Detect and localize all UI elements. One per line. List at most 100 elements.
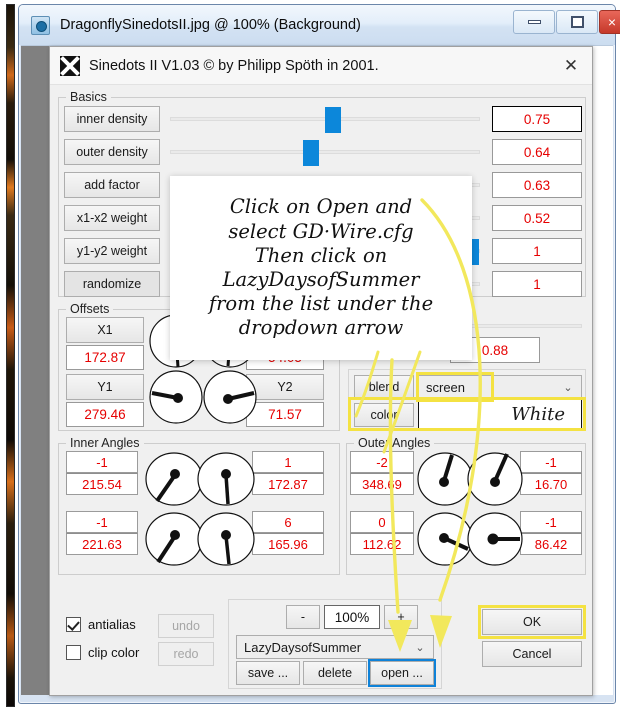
inner-angle-1-top[interactable]: -1 — [66, 451, 138, 473]
save-button[interactable]: save ... — [236, 661, 300, 685]
inner-angle-2-bottom[interactable]: 172.87 — [252, 473, 324, 495]
outer-angle-2-bottom[interactable]: 16.70 — [520, 473, 582, 495]
outer-angle-cell-1[interactable]: -2 348.69 — [350, 451, 414, 495]
chevron-down-icon[interactable]: ⌄ — [555, 376, 581, 398]
inner-angles-legend: Inner Angles — [66, 436, 144, 450]
offset-y1-value[interactable]: 279.46 — [66, 402, 144, 427]
outer-angles-legend: Outer Angles — [354, 436, 434, 450]
cancel-button[interactable]: Cancel — [482, 641, 582, 667]
maximize-button[interactable] — [556, 10, 598, 34]
outer-density-slider[interactable] — [170, 145, 480, 159]
randomize-button[interactable]: randomize — [64, 271, 160, 297]
outer-angle-1-top[interactable]: -2 — [350, 451, 414, 473]
inner-angle-cell-3[interactable]: -1 221.63 — [66, 511, 138, 555]
minimize-button[interactable] — [513, 10, 555, 34]
blend-dropdown[interactable]: screen ⌄ — [418, 375, 582, 399]
inner-density-slider[interactable] — [170, 112, 480, 126]
inner-angle-4-top[interactable]: 6 — [252, 511, 324, 533]
outer-angle-2-top[interactable]: -1 — [520, 451, 582, 473]
inner-density-button[interactable]: inner density — [64, 106, 160, 132]
slider-track — [170, 150, 480, 154]
delete-button[interactable]: delete — [303, 661, 367, 685]
annotation-note: Click on Open and select GD·Wire.cfg The… — [170, 176, 472, 360]
outer-angle-1-bottom[interactable]: 348.69 — [350, 473, 414, 495]
ok-button[interactable]: OK — [482, 609, 582, 635]
window-controls: × — [513, 10, 615, 34]
undo-button[interactable]: undo — [158, 614, 214, 638]
window-titlebar[interactable]: DragonflySinedotsII.jpg @ 100% (Backgrou… — [19, 5, 615, 45]
inner-angle-dial-2[interactable] — [196, 451, 256, 507]
preset-value: LazyDaysofSummer — [244, 640, 361, 655]
outer-angle-3-top[interactable]: 0 — [350, 511, 414, 533]
inner-angle-4-bottom[interactable]: 165.96 — [252, 533, 324, 555]
outer-angle-cell-3[interactable]: 0 112.62 — [350, 511, 414, 555]
slider-thumb[interactable] — [303, 140, 319, 166]
basics-legend: Basics — [66, 90, 111, 104]
slider-thumb[interactable] — [325, 107, 341, 133]
offset-y1-label[interactable]: Y1 — [66, 374, 144, 400]
y1-y2-weight-button[interactable]: y1-y2 weight — [64, 238, 160, 264]
zoom-in-button[interactable]: + — [384, 605, 418, 629]
photo-document-icon — [31, 16, 50, 35]
checkbox-box[interactable] — [66, 645, 81, 660]
outer-angle-3-bottom[interactable]: 112.62 — [350, 533, 414, 555]
inner-angle-dial-1[interactable] — [144, 451, 204, 507]
randomize-value[interactable]: 1 — [492, 271, 582, 297]
offset-y1-dial[interactable] — [148, 369, 204, 425]
document-image-edge-strip — [6, 4, 15, 707]
offsets-legend: Offsets — [66, 302, 113, 316]
color-label[interactable]: color — [354, 403, 414, 427]
antialias-label: antialias — [88, 617, 136, 632]
blend-label[interactable]: blend — [354, 375, 414, 399]
inner-density-value[interactable]: 0.75 — [492, 106, 582, 132]
inner-angle-3-top[interactable]: -1 — [66, 511, 138, 533]
outer-angle-cell-4[interactable]: -1 86.42 — [520, 511, 582, 555]
color-annotation-text: White — [511, 404, 565, 425]
checkbox-box[interactable] — [66, 617, 81, 632]
sinedots-logo-icon — [60, 56, 80, 76]
outer-density-button[interactable]: outer density — [64, 139, 160, 165]
outer-angle-dial-4[interactable] — [466, 511, 524, 567]
close-icon: × — [608, 16, 616, 28]
color-swatch[interactable]: White — [418, 399, 582, 429]
preset-dropdown[interactable]: LazyDaysofSummer ⌄ — [236, 635, 434, 659]
window-body: Sinedots II V1.03 © by Philipp Spöth in … — [21, 45, 613, 695]
inner-angle-2-top[interactable]: 1 — [252, 451, 324, 473]
outer-density-value[interactable]: 0.64 — [492, 139, 582, 165]
inner-angle-dial-4[interactable] — [196, 511, 256, 567]
dialog-title: Sinedots II V1.03 © by Philipp Spöth in … — [89, 58, 379, 74]
inner-angle-dial-3[interactable] — [144, 511, 204, 567]
sinedots-dialog: Sinedots II V1.03 © by Philipp Spöth in … — [49, 46, 593, 696]
chevron-down-icon[interactable]: ⌄ — [407, 636, 433, 658]
outer-angle-cell-2[interactable]: -1 16.70 — [520, 451, 582, 495]
inner-angle-cell-2[interactable]: 1 172.87 — [252, 451, 324, 495]
antialias-checkbox[interactable]: antialias — [66, 617, 136, 632]
open-button[interactable]: open ... — [370, 661, 434, 685]
inner-angle-cell-1[interactable]: -1 215.54 — [66, 451, 138, 495]
outer-angle-dial-2[interactable] — [466, 451, 524, 507]
add-factor-value[interactable]: 0.63 — [492, 172, 582, 198]
clip-color-label: clip color — [88, 645, 139, 660]
dialog-close-icon[interactable]: ✕ — [558, 53, 584, 79]
close-button[interactable]: × — [599, 10, 620, 34]
offset-x1-label[interactable]: X1 — [66, 317, 144, 343]
window-title: DragonflySinedotsII.jpg @ 100% (Backgrou… — [60, 17, 361, 33]
inner-angle-3-bottom[interactable]: 221.63 — [66, 533, 138, 555]
dialog-header: Sinedots II V1.03 © by Philipp Spöth in … — [50, 47, 592, 85]
inner-angle-1-bottom[interactable]: 215.54 — [66, 473, 138, 495]
x1-x2-weight-value[interactable]: 0.52 — [492, 205, 582, 231]
clip-color-checkbox[interactable]: clip color — [66, 645, 139, 660]
blend-value: screen — [426, 380, 465, 395]
redo-button[interactable]: redo — [158, 642, 214, 666]
add-factor-button[interactable]: add factor — [64, 172, 160, 198]
inner-angle-cell-4[interactable]: 6 165.96 — [252, 511, 324, 555]
zoom-out-button[interactable]: - — [286, 605, 320, 629]
offset-y2-dial[interactable] — [202, 369, 258, 425]
screenshot-root: DragonflySinedotsII.jpg @ 100% (Backgrou… — [0, 0, 620, 711]
y1-y2-weight-value[interactable]: 1 — [492, 238, 582, 264]
outer-angle-4-bottom[interactable]: 86.42 — [520, 533, 582, 555]
outer-angle-4-top[interactable]: -1 — [520, 511, 582, 533]
zoom-level-field[interactable]: 100% — [324, 605, 380, 629]
x1-x2-weight-button[interactable]: x1-x2 weight — [64, 205, 160, 231]
offset-x1-value[interactable]: 172.87 — [66, 345, 144, 370]
